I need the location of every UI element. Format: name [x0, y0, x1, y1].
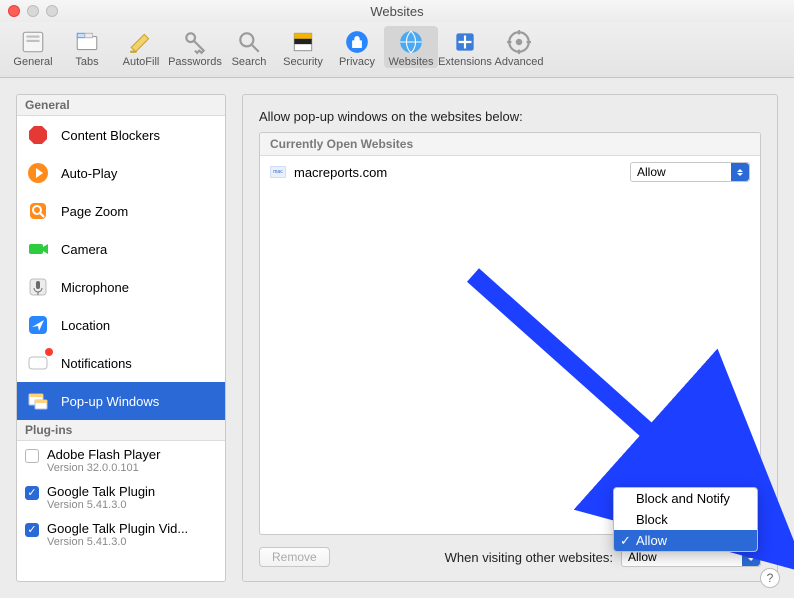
favicon-icon: mac — [270, 166, 286, 178]
zoom-icon — [25, 198, 51, 224]
location-icon — [25, 312, 51, 338]
sidebar-item-label: Location — [61, 318, 110, 333]
sidebar-item-camera[interactable]: Camera — [17, 230, 225, 268]
sidebar-section-header: General — [17, 95, 225, 116]
plugin-version: Version 5.41.3.0 — [47, 536, 188, 548]
plugin-version: Version 32.0.0.101 — [47, 462, 160, 474]
sidebar-item-label: Content Blockers — [61, 128, 160, 143]
popup-windows-icon — [25, 388, 51, 414]
prefs-toolbar: General Tabs AutoFill Passwords Search S… — [0, 22, 794, 78]
security-icon — [289, 28, 317, 56]
permission-popup-menu: Block and Notify Block Allow — [613, 487, 758, 552]
plugin-name: Google Talk Plugin — [47, 484, 155, 499]
sidebar-item-label: Notifications — [61, 356, 132, 371]
sidebar-item-page-zoom[interactable]: Page Zoom — [17, 192, 225, 230]
sidebar-section-header: Plug-ins — [17, 420, 225, 441]
extensions-icon — [451, 28, 479, 56]
plugin-checkbox[interactable] — [25, 523, 39, 537]
plugin-row[interactable]: Adobe Flash PlayerVersion 32.0.0.101 — [17, 441, 225, 478]
toolbar-label: Tabs — [75, 56, 98, 68]
advanced-icon — [505, 28, 533, 56]
toolbar-label: Extensions — [438, 56, 492, 68]
main-title: Allow pop-up windows on the websites bel… — [259, 109, 761, 124]
sidebar-item-microphone[interactable]: Microphone — [17, 268, 225, 306]
website-list: Currently Open Websites mac macreports.c… — [259, 132, 761, 535]
toolbar-label: Security — [283, 56, 323, 68]
toolbar-search[interactable]: Search — [222, 26, 276, 68]
toolbar-autofill[interactable]: AutoFill — [114, 26, 168, 68]
toolbar-security[interactable]: Security — [276, 26, 330, 68]
plugin-version: Version 5.41.3.0 — [47, 499, 155, 511]
popup-item-allow[interactable]: Allow — [614, 530, 757, 551]
popup-item-block-notify[interactable]: Block and Notify — [614, 488, 757, 509]
toolbar-privacy[interactable]: Privacy — [330, 26, 384, 68]
toolbar-label: Websites — [388, 56, 433, 68]
select-value: Allow — [637, 165, 666, 179]
toolbar-label: Privacy — [339, 56, 375, 68]
toolbar-label: Search — [232, 56, 267, 68]
stop-icon — [25, 122, 51, 148]
select-arrows-icon — [731, 163, 749, 181]
zoom-window-button[interactable] — [46, 5, 58, 17]
website-permission-select[interactable]: Allow — [630, 162, 750, 182]
window-controls — [8, 5, 58, 17]
close-window-button[interactable] — [8, 5, 20, 17]
sidebar-item-label: Page Zoom — [61, 204, 128, 219]
footer-label: When visiting other websites: — [445, 550, 613, 565]
toolbar-label: Advanced — [495, 56, 544, 68]
notifications-icon — [25, 350, 51, 376]
passwords-icon — [181, 28, 209, 56]
toolbar-advanced[interactable]: Advanced — [492, 26, 546, 68]
notification-badge — [45, 348, 53, 356]
plugin-name: Adobe Flash Player — [47, 447, 160, 462]
toolbar-passwords[interactable]: Passwords — [168, 26, 222, 68]
sidebar-item-auto-play[interactable]: Auto-Play — [17, 154, 225, 192]
privacy-icon — [343, 28, 371, 56]
sidebar-item-label: Pop-up Windows — [61, 394, 159, 409]
titlebar: Websites — [0, 0, 794, 22]
minimize-window-button[interactable] — [27, 5, 39, 17]
sidebar-item-label: Microphone — [61, 280, 129, 295]
select-value: Allow — [628, 550, 657, 564]
plugin-row[interactable]: Google Talk PluginVersion 5.41.3.0 — [17, 478, 225, 515]
search-icon — [235, 28, 263, 56]
websites-icon — [397, 28, 425, 56]
sidebar-item-popup-windows[interactable]: Pop-up Windows — [17, 382, 225, 420]
sidebar-item-content-blockers[interactable]: Content Blockers — [17, 116, 225, 154]
sidebar: General Content Blockers Auto-Play Page … — [16, 94, 226, 582]
plugin-checkbox[interactable] — [25, 486, 39, 500]
toolbar-label: Passwords — [168, 56, 222, 68]
remove-button[interactable]: Remove — [259, 547, 330, 567]
toolbar-label: AutoFill — [123, 56, 160, 68]
plugin-checkbox[interactable] — [25, 449, 39, 463]
popup-item-block[interactable]: Block — [614, 509, 757, 530]
sidebar-item-location[interactable]: Location — [17, 306, 225, 344]
window-title: Websites — [370, 4, 423, 19]
toolbar-extensions[interactable]: Extensions — [438, 26, 492, 68]
toolbar-general[interactable]: General — [6, 26, 60, 68]
play-icon — [25, 160, 51, 186]
plugin-name: Google Talk Plugin Vid... — [47, 521, 188, 536]
sidebar-item-label: Auto-Play — [61, 166, 117, 181]
autofill-icon — [127, 28, 155, 56]
website-domain: macreports.com — [294, 165, 622, 180]
help-button[interactable]: ? — [760, 568, 780, 588]
sidebar-item-label: Camera — [61, 242, 107, 257]
general-icon — [19, 28, 47, 56]
website-row[interactable]: mac macreports.com Allow — [260, 156, 760, 188]
microphone-icon — [25, 274, 51, 300]
toolbar-label: General — [13, 56, 52, 68]
camera-icon — [25, 236, 51, 262]
toolbar-websites[interactable]: Websites — [384, 26, 438, 68]
list-header: Currently Open Websites — [260, 133, 760, 156]
tabs-icon — [73, 28, 101, 56]
toolbar-tabs[interactable]: Tabs — [60, 26, 114, 68]
plugin-row[interactable]: Google Talk Plugin Vid...Version 5.41.3.… — [17, 515, 225, 552]
sidebar-item-notifications[interactable]: Notifications — [17, 344, 225, 382]
